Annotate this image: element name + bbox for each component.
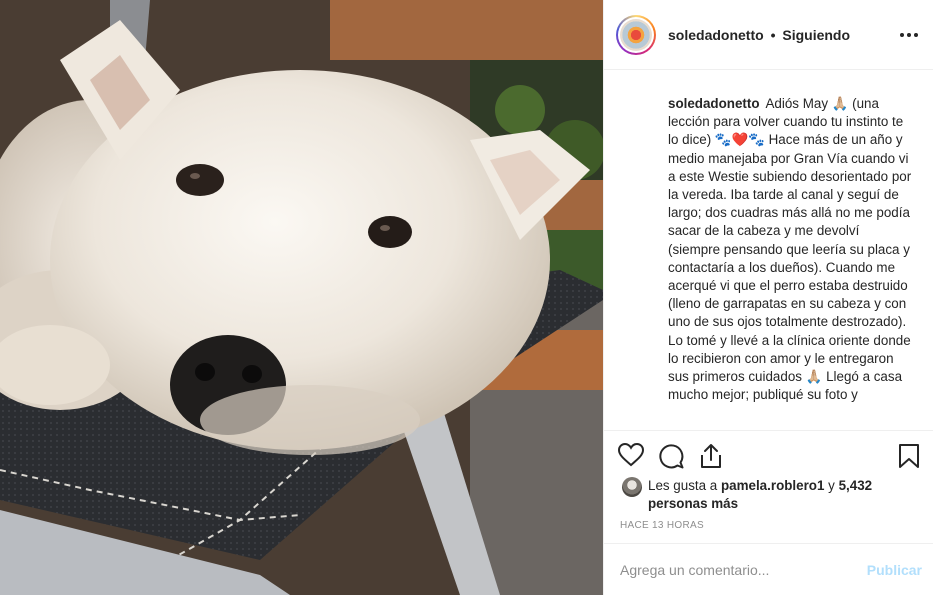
author-info: soledadonetto • Siguiendo: [668, 27, 850, 43]
post-timestamp[interactable]: HACE 13 HORAS: [620, 520, 704, 531]
post-image[interactable]: [0, 0, 603, 595]
header-separator: •: [770, 26, 776, 43]
share-icon[interactable]: [698, 443, 726, 471]
publish-button[interactable]: Publicar: [867, 562, 922, 578]
post-header: soledadonetto • Siguiendo: [604, 0, 933, 70]
dog-photo-illustration: [0, 0, 603, 595]
follow-status-button[interactable]: Siguiendo: [782, 27, 850, 43]
author-avatar[interactable]: [616, 14, 656, 55]
bookmark-icon[interactable]: [898, 443, 926, 471]
post-caption: soledadonetto Adiós May 🙏🏼 (una lección …: [668, 95, 914, 404]
caption-text: Adiós May 🙏🏼 (una lección para volver cu…: [668, 96, 912, 403]
likes-connector: y: [828, 478, 835, 493]
liker-username[interactable]: pamela.roblero1: [721, 478, 824, 493]
caption-scroll-area[interactable]: soledadonetto Adiós May 🙏🏼 (una lección …: [604, 71, 933, 430]
likes-summary: Les gusta a pamela.roblero1 y 5,432 pers…: [622, 475, 922, 515]
author-avatar-image: [620, 18, 652, 51]
more-options-icon[interactable]: [898, 24, 920, 46]
likes-text: Les gusta a pamela.roblero1 y 5,432 pers…: [648, 477, 908, 513]
liker-avatar[interactable]: [622, 477, 642, 497]
comment-form: Publicar: [604, 543, 933, 595]
author-username[interactable]: soledadonetto: [668, 27, 764, 43]
comment-bubble-icon[interactable]: [658, 443, 686, 471]
heart-icon[interactable]: [617, 442, 646, 471]
caption-username[interactable]: soledadonetto: [668, 96, 760, 111]
comment-input[interactable]: [620, 561, 867, 578]
likes-prefix: Les gusta a: [648, 478, 718, 493]
post-side-panel: soledadonetto • Siguiendo soledadonetto …: [603, 0, 933, 595]
